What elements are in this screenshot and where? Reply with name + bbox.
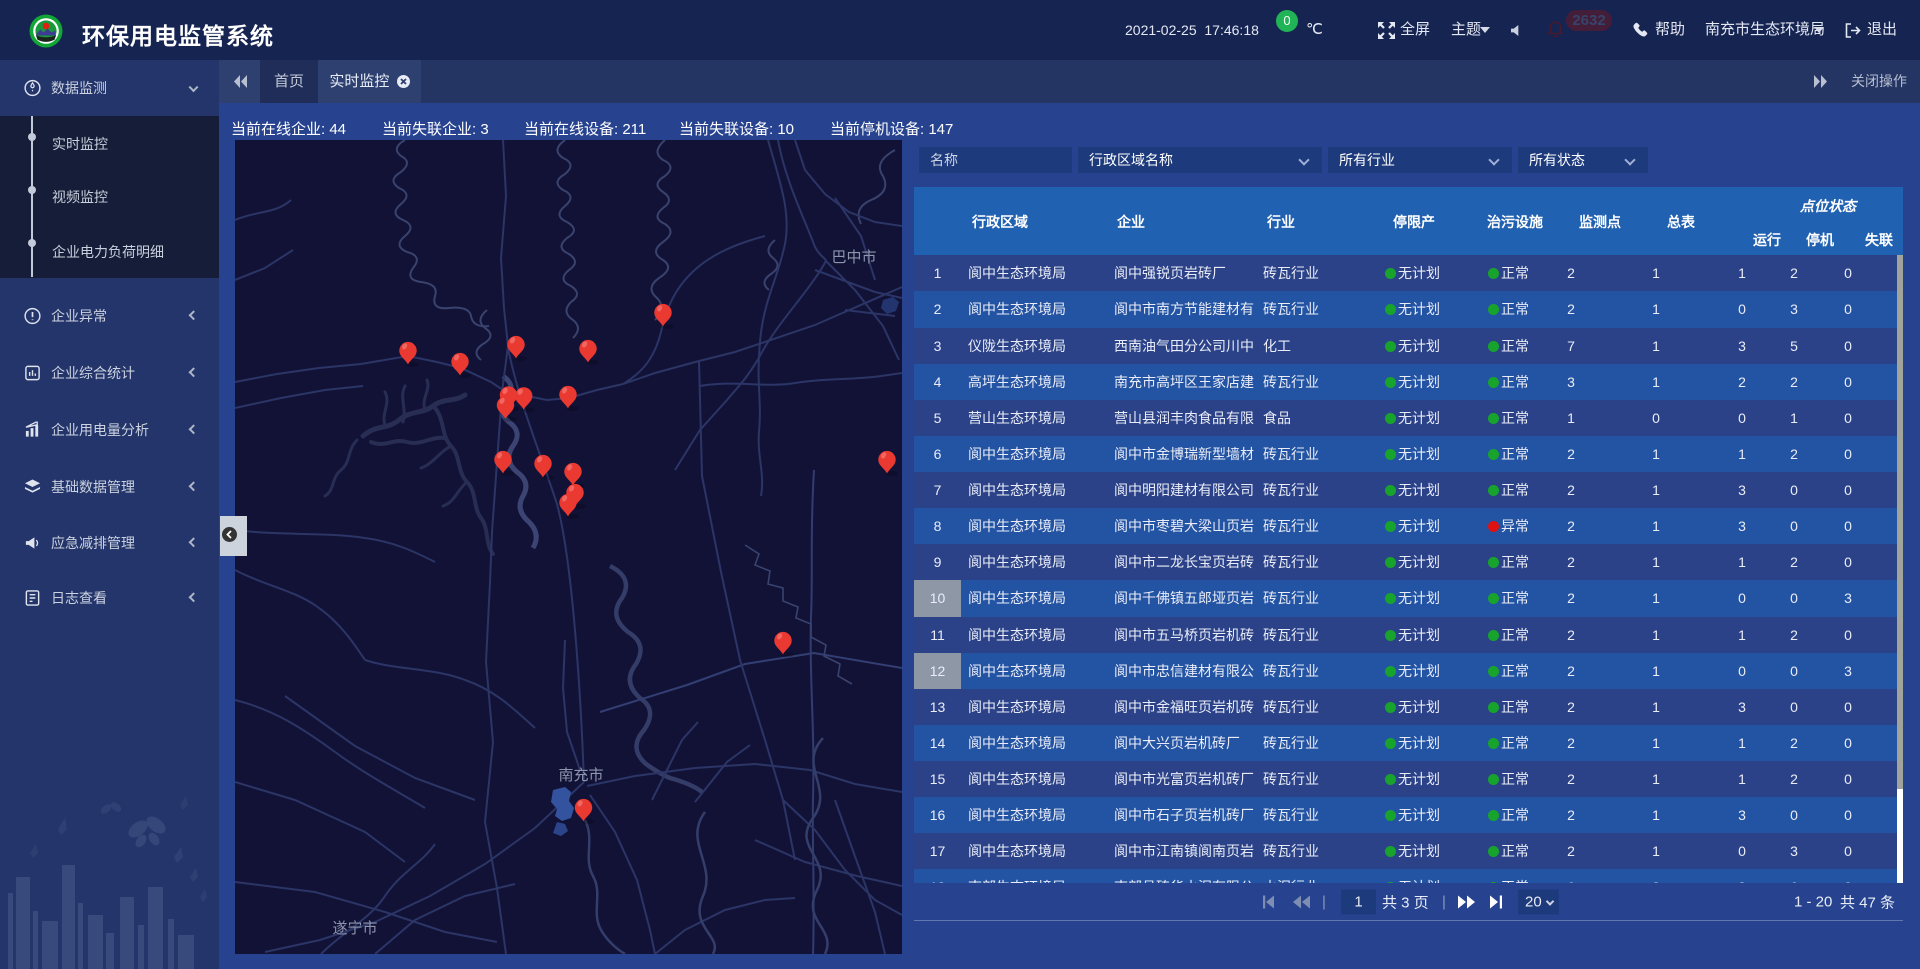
svg-text:遂宁市: 遂宁市 [332, 920, 377, 937]
svg-text:南充市: 南充市 [558, 767, 603, 784]
svg-text:巴中市: 巴中市 [831, 249, 876, 266]
